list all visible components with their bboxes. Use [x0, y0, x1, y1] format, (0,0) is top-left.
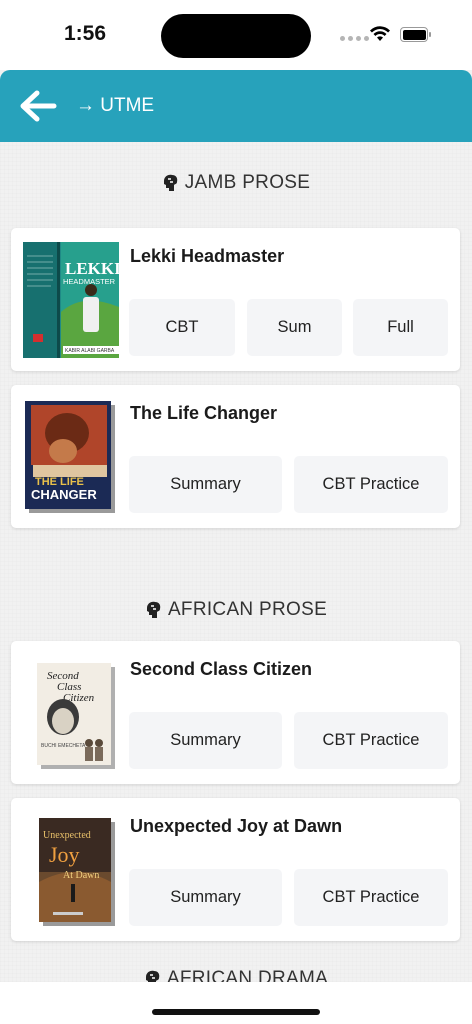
section-title-text: AFRICAN DRAMA: [166, 968, 329, 982]
book-cover-image: THE LIFE CHANGER: [25, 401, 115, 513]
book-card-unexpected-joy-at-dawn[interactable]: Unexpected Joy At Dawn Unexpected Joy at…: [11, 798, 460, 941]
book-list[interactable]: JAMB PROSE LEKKI HEADMASTER KABIR ALABI …: [0, 142, 472, 982]
book-title: Lekki Headmaster: [130, 246, 285, 266]
book-cover-image: Unexpected Joy At Dawn: [39, 818, 115, 926]
section-title-jamb-prose: JAMB PROSE: [0, 172, 472, 194]
cover-subtitle-2: At Dawn: [63, 870, 99, 881]
dynamic-island: [161, 14, 311, 58]
full-button[interactable]: Full: [353, 299, 448, 356]
signal-icon: [340, 36, 369, 41]
book-title: The Life Changer: [130, 403, 278, 423]
section-title-text: JAMB PROSE: [184, 172, 311, 193]
home-indicator[interactable]: [152, 1009, 320, 1015]
section-title-african-prose: AFRICAN PROSE: [0, 599, 472, 621]
home-indicator-area: [0, 982, 472, 1024]
book-cover-image: Second Class Citizen BUCHI EMECHETA: [37, 663, 115, 769]
cbt-practice-button[interactable]: CBT Practice: [294, 456, 448, 513]
breadcrumb: → UTME: [76, 95, 155, 116]
book-card-lekki-headmaster[interactable]: LEKKI HEADMASTER KABIR ALABI GARBA Lekki…: [11, 228, 460, 371]
cover-title: LEKKI: [65, 259, 119, 278]
cover-subtitle: HEADMASTER: [63, 277, 116, 286]
section-title-african-drama: AFRICAN DRAMA: [0, 968, 472, 982]
cbt-practice-button[interactable]: CBT Practice: [294, 712, 448, 769]
brain-icon: [145, 970, 160, 982]
cover-author: KABIR ALABI GARBA: [65, 348, 115, 354]
cover-title: Unexpected: [43, 830, 91, 841]
cover-author: BUCHI EMECHETA: [41, 743, 86, 749]
back-arrow-icon[interactable]: [18, 88, 58, 124]
cover-subtitle: Joy: [49, 842, 80, 867]
summary-button[interactable]: Summary: [129, 869, 282, 926]
book-cover-image: LEKKI HEADMASTER KABIR ALABI GARBA: [23, 242, 119, 358]
book-card-the-life-changer[interactable]: THE LIFE CHANGER The Life Changer Summar…: [11, 385, 460, 528]
brain-icon: [146, 601, 161, 618]
summary-button[interactable]: Sum: [247, 299, 342, 356]
cbt-practice-button[interactable]: CBT Practice: [294, 869, 448, 926]
battery-icon: [400, 27, 431, 42]
cover-subtitle: CHANGER: [31, 487, 97, 502]
book-card-second-class-citizen[interactable]: Second Class Citizen BUCHI EMECHETA Seco…: [11, 641, 460, 784]
brain-icon: [163, 174, 178, 191]
summary-button[interactable]: Summary: [129, 456, 282, 513]
status-bar: 1:56: [0, 0, 472, 70]
wifi-icon: [370, 26, 390, 41]
summary-button[interactable]: Summary: [129, 712, 282, 769]
section-title-text: AFRICAN PROSE: [167, 599, 328, 620]
app-header: → UTME: [0, 70, 472, 142]
book-title: Second Class Citizen: [130, 659, 313, 679]
book-title: Unexpected Joy at Dawn: [130, 816, 343, 836]
cbt-button[interactable]: CBT: [129, 299, 235, 356]
status-time: 1:56: [64, 22, 107, 45]
